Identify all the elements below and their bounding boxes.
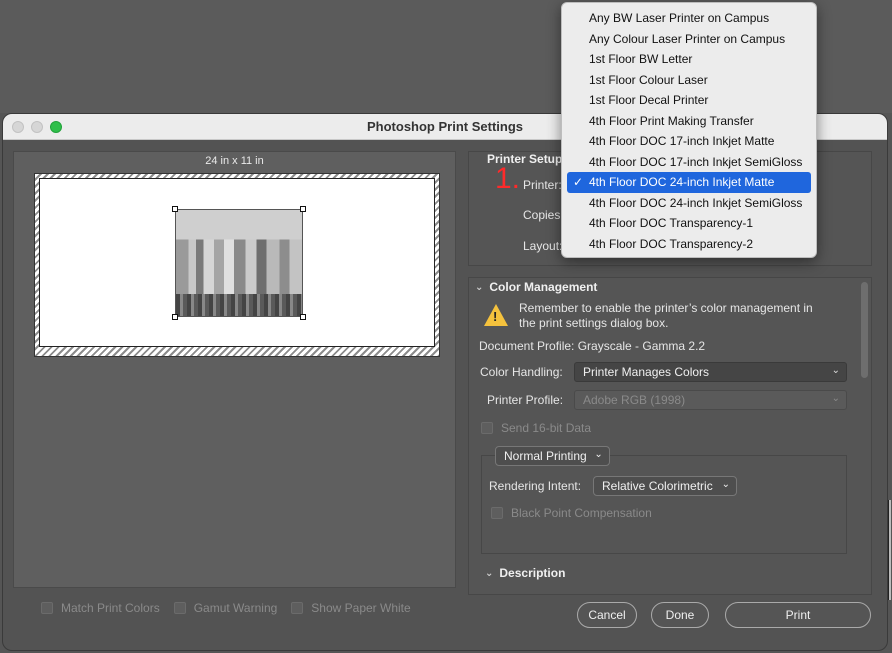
color-management-title: Color Management <box>489 280 598 294</box>
chevron-down-icon: ⌄ <box>831 365 840 376</box>
gamut-warning-checkbox[interactable] <box>173 602 186 614</box>
printer-menu-item[interactable]: 4th Floor DOC 17-inch Inkjet Matte <box>567 131 811 152</box>
show-paper-white-option[interactable]: Show Paper White <box>291 601 411 615</box>
rendering-intent-label: Rendering Intent: <box>489 479 582 493</box>
printer-menu-item[interactable]: 4th Floor DOC Transparency-1 <box>567 213 811 234</box>
printer-menu-item-label: 1st Floor Decal Printer <box>589 93 709 107</box>
show-paper-white-checkbox[interactable] <box>291 602 304 614</box>
printer-menu-item[interactable]: 1st Floor Decal Printer <box>567 90 811 111</box>
print-button[interactable]: Print <box>725 602 871 628</box>
printer-menu-item-label: 1st Floor Colour Laser <box>589 72 708 87</box>
image-preview[interactable] <box>175 209 303 317</box>
printer-menu-item[interactable]: Any BW Laser Printer on Campus <box>567 8 811 29</box>
resize-handle-top-right[interactable] <box>300 206 306 212</box>
printer-menu-item-label: 4th Floor DOC 17-inch Inkjet SemiGloss <box>589 154 803 169</box>
document-profile: Document Profile: Grayscale - Gamma 2.2 <box>479 339 706 353</box>
printer-menu-item[interactable]: 4th Floor DOC 24-inch Inkjet SemiGloss <box>567 193 811 214</box>
rendering-intent-value: Relative Colorimetric <box>602 479 713 493</box>
printer-menu-item[interactable]: Any Colour Laser Printer on Campus <box>567 29 811 50</box>
paper-size-label: 24 in x 11 in <box>205 155 264 167</box>
scrollbar-thumb[interactable] <box>861 282 868 378</box>
checkmark-icon: ✓ <box>573 175 584 189</box>
normal-printing-popup[interactable]: Normal Printing ⌄ <box>495 446 610 466</box>
warning-message: Remember to enable the printer’s color m… <box>519 301 813 330</box>
cancel-button[interactable]: Cancel <box>577 602 637 628</box>
printer-menu-item[interactable]: 1st Floor Colour Laser <box>567 70 811 91</box>
send-16bit-label: Send 16-bit Data <box>501 421 592 435</box>
color-handling-label: Color Handling: <box>480 365 563 379</box>
printer-menu-item-label: 4th Floor DOC Transparency-1 <box>589 216 754 230</box>
printer-menu-item-label: 4th Floor DOC 24-inch Inkjet SemiGloss <box>589 195 803 210</box>
done-button[interactable]: Done <box>651 602 709 628</box>
printer-menu-item-label: 4th Floor DOC 17-inch Inkjet Matte <box>589 134 775 148</box>
printer-menu-item[interactable]: 4th Floor Print Making Transfer <box>567 111 811 132</box>
description-title: Description <box>499 566 566 580</box>
paper-preview <box>34 173 440 357</box>
printer-menu-item[interactable]: 4th Floor DOC 17-inch Inkjet SemiGloss <box>567 152 811 173</box>
preview-options: Match Print Colors Gamut Warning Show Pa… <box>41 601 411 615</box>
resize-handle-top-left[interactable] <box>172 206 178 212</box>
gamut-warning-option[interactable]: Gamut Warning <box>173 601 278 615</box>
step-annotation: 1. <box>495 162 521 195</box>
black-point-label: Black Point Compensation <box>511 506 652 520</box>
printer-menu-item-label: Any BW Laser Printer on Campus <box>589 11 770 25</box>
gamut-warning-label: Gamut Warning <box>193 601 278 615</box>
copies-label: Copies: <box>523 208 564 222</box>
printer-menu-item[interactable]: 4th Floor DOC Transparency-2 <box>567 234 811 255</box>
printer-menu-item[interactable]: ✓ 4th Floor DOC 24-inch Inkjet Matte <box>567 172 811 193</box>
printer-profile-select[interactable]: Adobe RGB (1998) ⌄ <box>574 390 847 410</box>
match-print-colors-label: Match Print Colors <box>61 601 160 615</box>
color-management-section: ⌄ Color Management ! Remember to enable … <box>468 277 872 595</box>
send-16bit-checkbox[interactable] <box>481 422 493 434</box>
chevron-down-icon: ⌄ <box>475 281 484 293</box>
color-handling-select[interactable]: Printer Manages Colors ⌄ <box>574 362 847 382</box>
description-header[interactable]: ⌄ Description <box>485 566 565 580</box>
layout-label: Layout: <box>523 239 563 253</box>
rendering-intent-popup[interactable]: Relative Colorimetric ⌄ <box>593 476 737 496</box>
printer-dropdown-menu: Any BW Laser Printer on Campus Any Colour… <box>561 2 817 258</box>
printer-menu-item-label: Any Colour Laser Printer on Campus <box>589 31 786 46</box>
chevron-down-icon: ⌄ <box>831 393 840 404</box>
resize-handle-bottom-right[interactable] <box>300 314 306 320</box>
chevron-down-icon: ⌄ <box>721 479 730 490</box>
color-management-header[interactable]: ⌄ Color Management <box>475 280 597 294</box>
printer-profile-value: Adobe RGB (1998) <box>583 393 686 407</box>
normal-printing-value: Normal Printing <box>504 449 587 463</box>
printer-menu-item-label: 1st Floor BW Letter <box>589 52 693 66</box>
match-print-colors-option[interactable]: Match Print Colors <box>41 601 160 615</box>
printer-menu-item-label: 4th Floor Print Making Transfer <box>589 113 754 128</box>
show-paper-white-label: Show Paper White <box>311 601 411 615</box>
black-point-checkbox[interactable] <box>491 507 503 519</box>
color-handling-value: Printer Manages Colors <box>583 365 710 379</box>
chevron-down-icon: ⌄ <box>594 449 603 460</box>
chevron-down-icon: ⌄ <box>485 567 494 579</box>
printer-menu-item[interactable]: 1st Floor BW Letter <box>567 49 811 70</box>
print-preview: 24 in x 11 in <box>13 151 456 588</box>
printer-menu-item-label: 4th Floor DOC 24-inch Inkjet Matte <box>589 175 775 189</box>
image-preview-rooftops <box>176 294 302 316</box>
printer-menu-item-label: 4th Floor DOC Transparency-2 <box>589 236 754 251</box>
match-print-colors-checkbox[interactable] <box>41 602 53 614</box>
normal-printing-group <box>481 455 847 554</box>
warning-icon-mark: ! <box>493 309 498 324</box>
printer-label: Printer: <box>523 178 562 192</box>
resize-handle-bottom-left[interactable] <box>172 314 178 320</box>
printable-area <box>39 178 435 347</box>
printer-profile-label: Printer Profile: <box>487 393 564 407</box>
